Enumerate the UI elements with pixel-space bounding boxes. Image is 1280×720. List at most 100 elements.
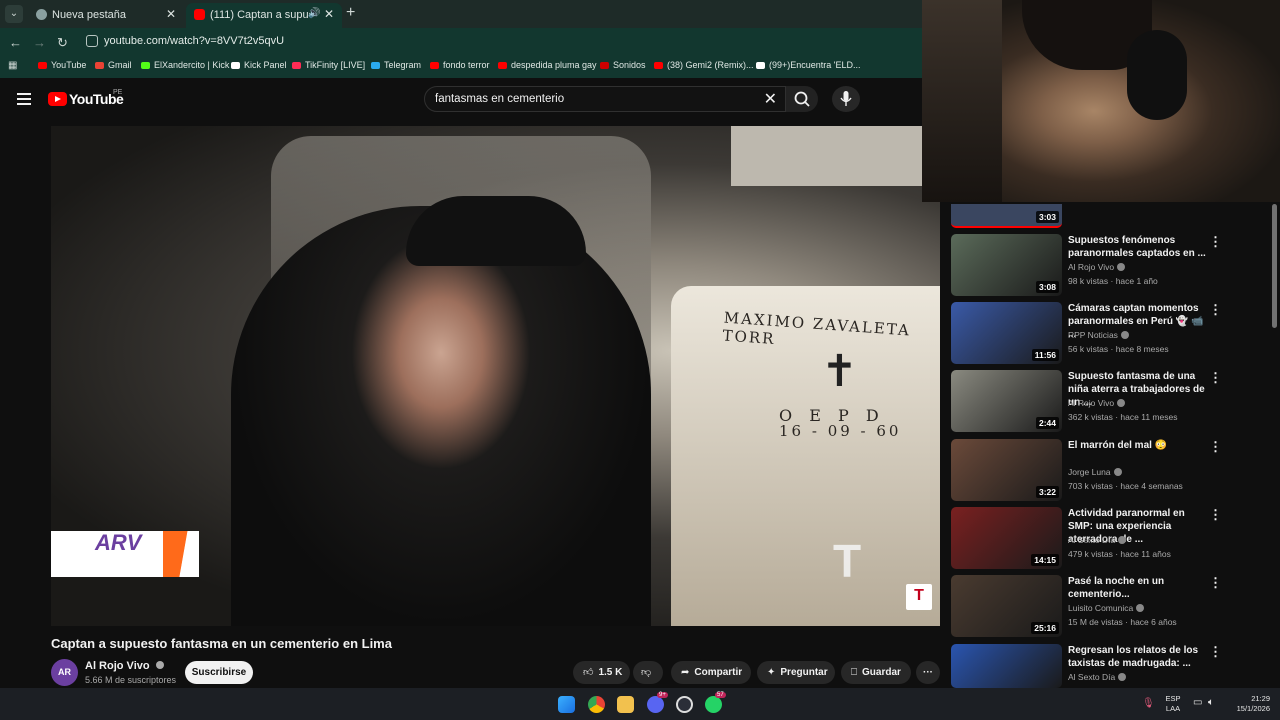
apps-grid-icon[interactable]: ▦ <box>8 60 17 71</box>
bookmark-item[interactable]: TikFinity [LIVE] <box>292 60 365 70</box>
sidebar-channel[interactable]: Al Sexto Día <box>1068 535 1127 545</box>
search-input[interactable]: fantasmas en cementerio ✕ <box>424 86 786 112</box>
tab-new-tab[interactable]: Nueva pestaña ✕ <box>28 3 184 28</box>
more-vertical-icon[interactable]: ⋮ <box>1209 575 1222 591</box>
whatsapp-badge: 57 <box>715 692 726 698</box>
chrome-icon[interactable] <box>588 696 605 713</box>
sidebar-video-meta: 362 k vistas · hace 11 meses <box>1068 412 1178 422</box>
sidebar-video-item[interactable]: 2:44 Supuesto fantasma de una niña aterra… <box>951 370 1271 432</box>
bookmark-item[interactable]: Sonidos <box>600 60 646 70</box>
reload-icon[interactable]: ↻ <box>57 35 68 51</box>
sidebar-channel-name[interactable]: Al Rojo Vivo <box>1068 398 1114 408</box>
bookmark-item[interactable]: Telegram <box>371 60 421 70</box>
discord-icon[interactable] <box>647 696 664 713</box>
sidebar-channel-name[interactable]: Luisito Comunica <box>1068 603 1133 613</box>
ask-button[interactable]: ✦ Preguntar <box>757 661 835 684</box>
speaker-icon[interactable]: 🔊 <box>308 3 320 25</box>
site-info-icon[interactable] <box>86 35 98 47</box>
bookmark-item[interactable]: fondo terror <box>430 60 490 70</box>
sidebar-channel-name[interactable]: Al Sexto Día <box>1068 535 1115 545</box>
bookmark-favicon-icon <box>600 62 609 69</box>
bookmark-item[interactable]: Gmail <box>95 60 132 70</box>
more-vertical-icon[interactable]: ⋮ <box>1209 302 1222 318</box>
sidebar-video-item[interactable]: 25:16 Pasé la noche en un cementerio... Lu… <box>951 575 1271 637</box>
bookmark-favicon-icon <box>756 62 765 69</box>
sidebar-video-item[interactable]: 11:56 Cámaras captan momentos paranormale… <box>951 302 1271 364</box>
sidebar-video-item[interactable]: Regresan los relatos de los taxistas de … <box>951 644 1271 688</box>
clear-search-icon[interactable]: ✕ <box>764 89 777 109</box>
channel-name[interactable]: Al Rojo Vivo <box>85 660 164 672</box>
sidebar-video-meta: 703 k vistas · hace 4 semanas <box>1068 481 1183 491</box>
sidebar-video-item[interactable]: 14:15 Actividad paranormal en SMP: una ex… <box>951 507 1271 569</box>
more-vertical-icon[interactable]: ⋮ <box>1209 439 1222 455</box>
input-language[interactable]: ESP LAA <box>1160 694 1186 714</box>
bookmark-item[interactable]: ElXandercito | Kick <box>141 60 229 70</box>
sidebar-channel[interactable]: Jorge Luna <box>1068 467 1122 477</box>
video-duration: 25:16 <box>1031 622 1059 634</box>
more-vertical-icon[interactable]: ⋮ <box>1209 234 1222 250</box>
more-vertical-icon[interactable]: ⋮ <box>1209 644 1222 660</box>
close-tab-icon[interactable]: ✕ <box>166 3 176 25</box>
bookmark-item[interactable]: YouTube <box>38 60 86 70</box>
video-player[interactable]: MAXIMO ZAVALETA TORR ✝ O E P D 16 - 09 -… <box>51 126 940 626</box>
volume-icon[interactable]: 🔈︎ <box>1208 697 1214 708</box>
sidebar-channel[interactable]: Al Rojo Vivo <box>1068 262 1126 272</box>
sidebar-channel[interactable]: Al Rojo Vivo <box>1068 398 1126 408</box>
sidebar-channel-name[interactable]: Jorge Luna <box>1068 467 1111 477</box>
new-tab-button[interactable]: + <box>346 4 355 22</box>
verified-icon <box>1136 604 1145 612</box>
sidebar-video-title[interactable]: Regresan los relatos de los taxistas de … <box>1068 644 1208 670</box>
sidebar-channel-name[interactable]: Al Rojo Vivo <box>1068 262 1114 272</box>
sidebar-channel[interactable]: RPP Noticias <box>1068 330 1129 340</box>
search-query[interactable]: fantasmas en cementerio <box>435 93 564 105</box>
video-thumbnail: 25:16 <box>951 575 1062 637</box>
sidebar-video-title[interactable]: El marrón del mal 😳 <box>1068 439 1208 452</box>
bookmark-item[interactable]: Kick Panel <box>231 60 287 70</box>
back-icon[interactable]: ← <box>9 35 22 50</box>
subscribe-button[interactable]: Suscribirse <box>185 661 253 684</box>
share-button[interactable]: ➦ Compartir <box>671 661 751 684</box>
search-button[interactable] <box>786 86 818 112</box>
bookmark-label: (99+)Encuentra 'ELD... <box>769 60 861 70</box>
url-text[interactable]: youtube.com/watch?v=8VV7t2v5qvU <box>104 35 284 47</box>
tab-youtube-video[interactable]: (111) Captan a supuesto fa 🔊 ✕ <box>186 3 342 28</box>
close-tab-icon[interactable]: ✕ <box>324 3 334 25</box>
bookmark-item[interactable]: (38) Gemi2 (Remix)... <box>654 60 754 70</box>
network-icon[interactable]: ▭ <box>1193 697 1202 708</box>
more-vertical-icon[interactable]: ⋮ <box>1209 507 1222 523</box>
more-vertical-icon[interactable]: ⋮ <box>1209 370 1222 386</box>
sidebar-video-item[interactable]: 3:08 Supuestos fenómenos paranormales cap… <box>951 234 1271 296</box>
sidebar-video-title[interactable]: Supuestos fenómenos paranormales captado… <box>1068 234 1208 260</box>
dislike-button[interactable]: 👎︎ <box>633 661 663 684</box>
file-explorer-icon[interactable] <box>617 696 634 713</box>
verified-icon <box>155 661 164 669</box>
like-button[interactable]: 👍︎ 1.5 K <box>573 661 630 684</box>
clock[interactable]: 21:29 15/1/2026 <box>1226 694 1270 714</box>
bookmark-item[interactable]: despedida pluma gay <box>498 60 597 70</box>
sidebar-partial-item[interactable]: 3:03 <box>951 204 1271 228</box>
address-bar[interactable]: youtube.com/watch?v=8VV7t2v5qvU <box>78 32 922 52</box>
thumbs-up-icon: 👍︎ <box>583 667 594 678</box>
menu-icon[interactable] <box>17 93 31 108</box>
microphone-tray-icon[interactable]: 🎙︎ <box>1142 698 1155 709</box>
sidebar-video-title[interactable]: Pasé la noche en un cementerio... <box>1068 575 1208 601</box>
sidebar-video-item[interactable]: 3:22 El marrón del mal 😳 Jorge Luna 703 k v… <box>951 439 1271 501</box>
sidebar-channel-name[interactable]: RPP Noticias <box>1068 330 1118 340</box>
microphone-icon <box>840 91 852 106</box>
forward-icon[interactable]: → <box>33 35 46 50</box>
obs-icon[interactable] <box>676 696 693 713</box>
sidebar-channel[interactable]: Al Sexto Día <box>1068 672 1127 682</box>
scrollbar[interactable] <box>1272 204 1277 328</box>
windows-start-icon[interactable] <box>558 696 575 713</box>
channel-name-text[interactable]: Al Rojo Vivo <box>85 660 150 672</box>
sidebar-channel-name[interactable]: Al Sexto Día <box>1068 672 1115 682</box>
save-button[interactable]: ⎕ Guardar <box>841 661 911 684</box>
sidebar-channel[interactable]: Luisito Comunica <box>1068 603 1145 613</box>
tab-search-chevron-icon[interactable]: ⌄ <box>5 5 23 23</box>
whatsapp-icon[interactable] <box>705 696 722 713</box>
bookmark-item[interactable]: (99+)Encuentra 'ELD... <box>756 60 861 70</box>
voice-search-button[interactable] <box>832 86 860 112</box>
channel-avatar[interactable]: AR <box>51 659 78 686</box>
more-actions-button[interactable]: ··· <box>916 661 940 684</box>
sparkle-icon: ✦ <box>767 667 776 678</box>
